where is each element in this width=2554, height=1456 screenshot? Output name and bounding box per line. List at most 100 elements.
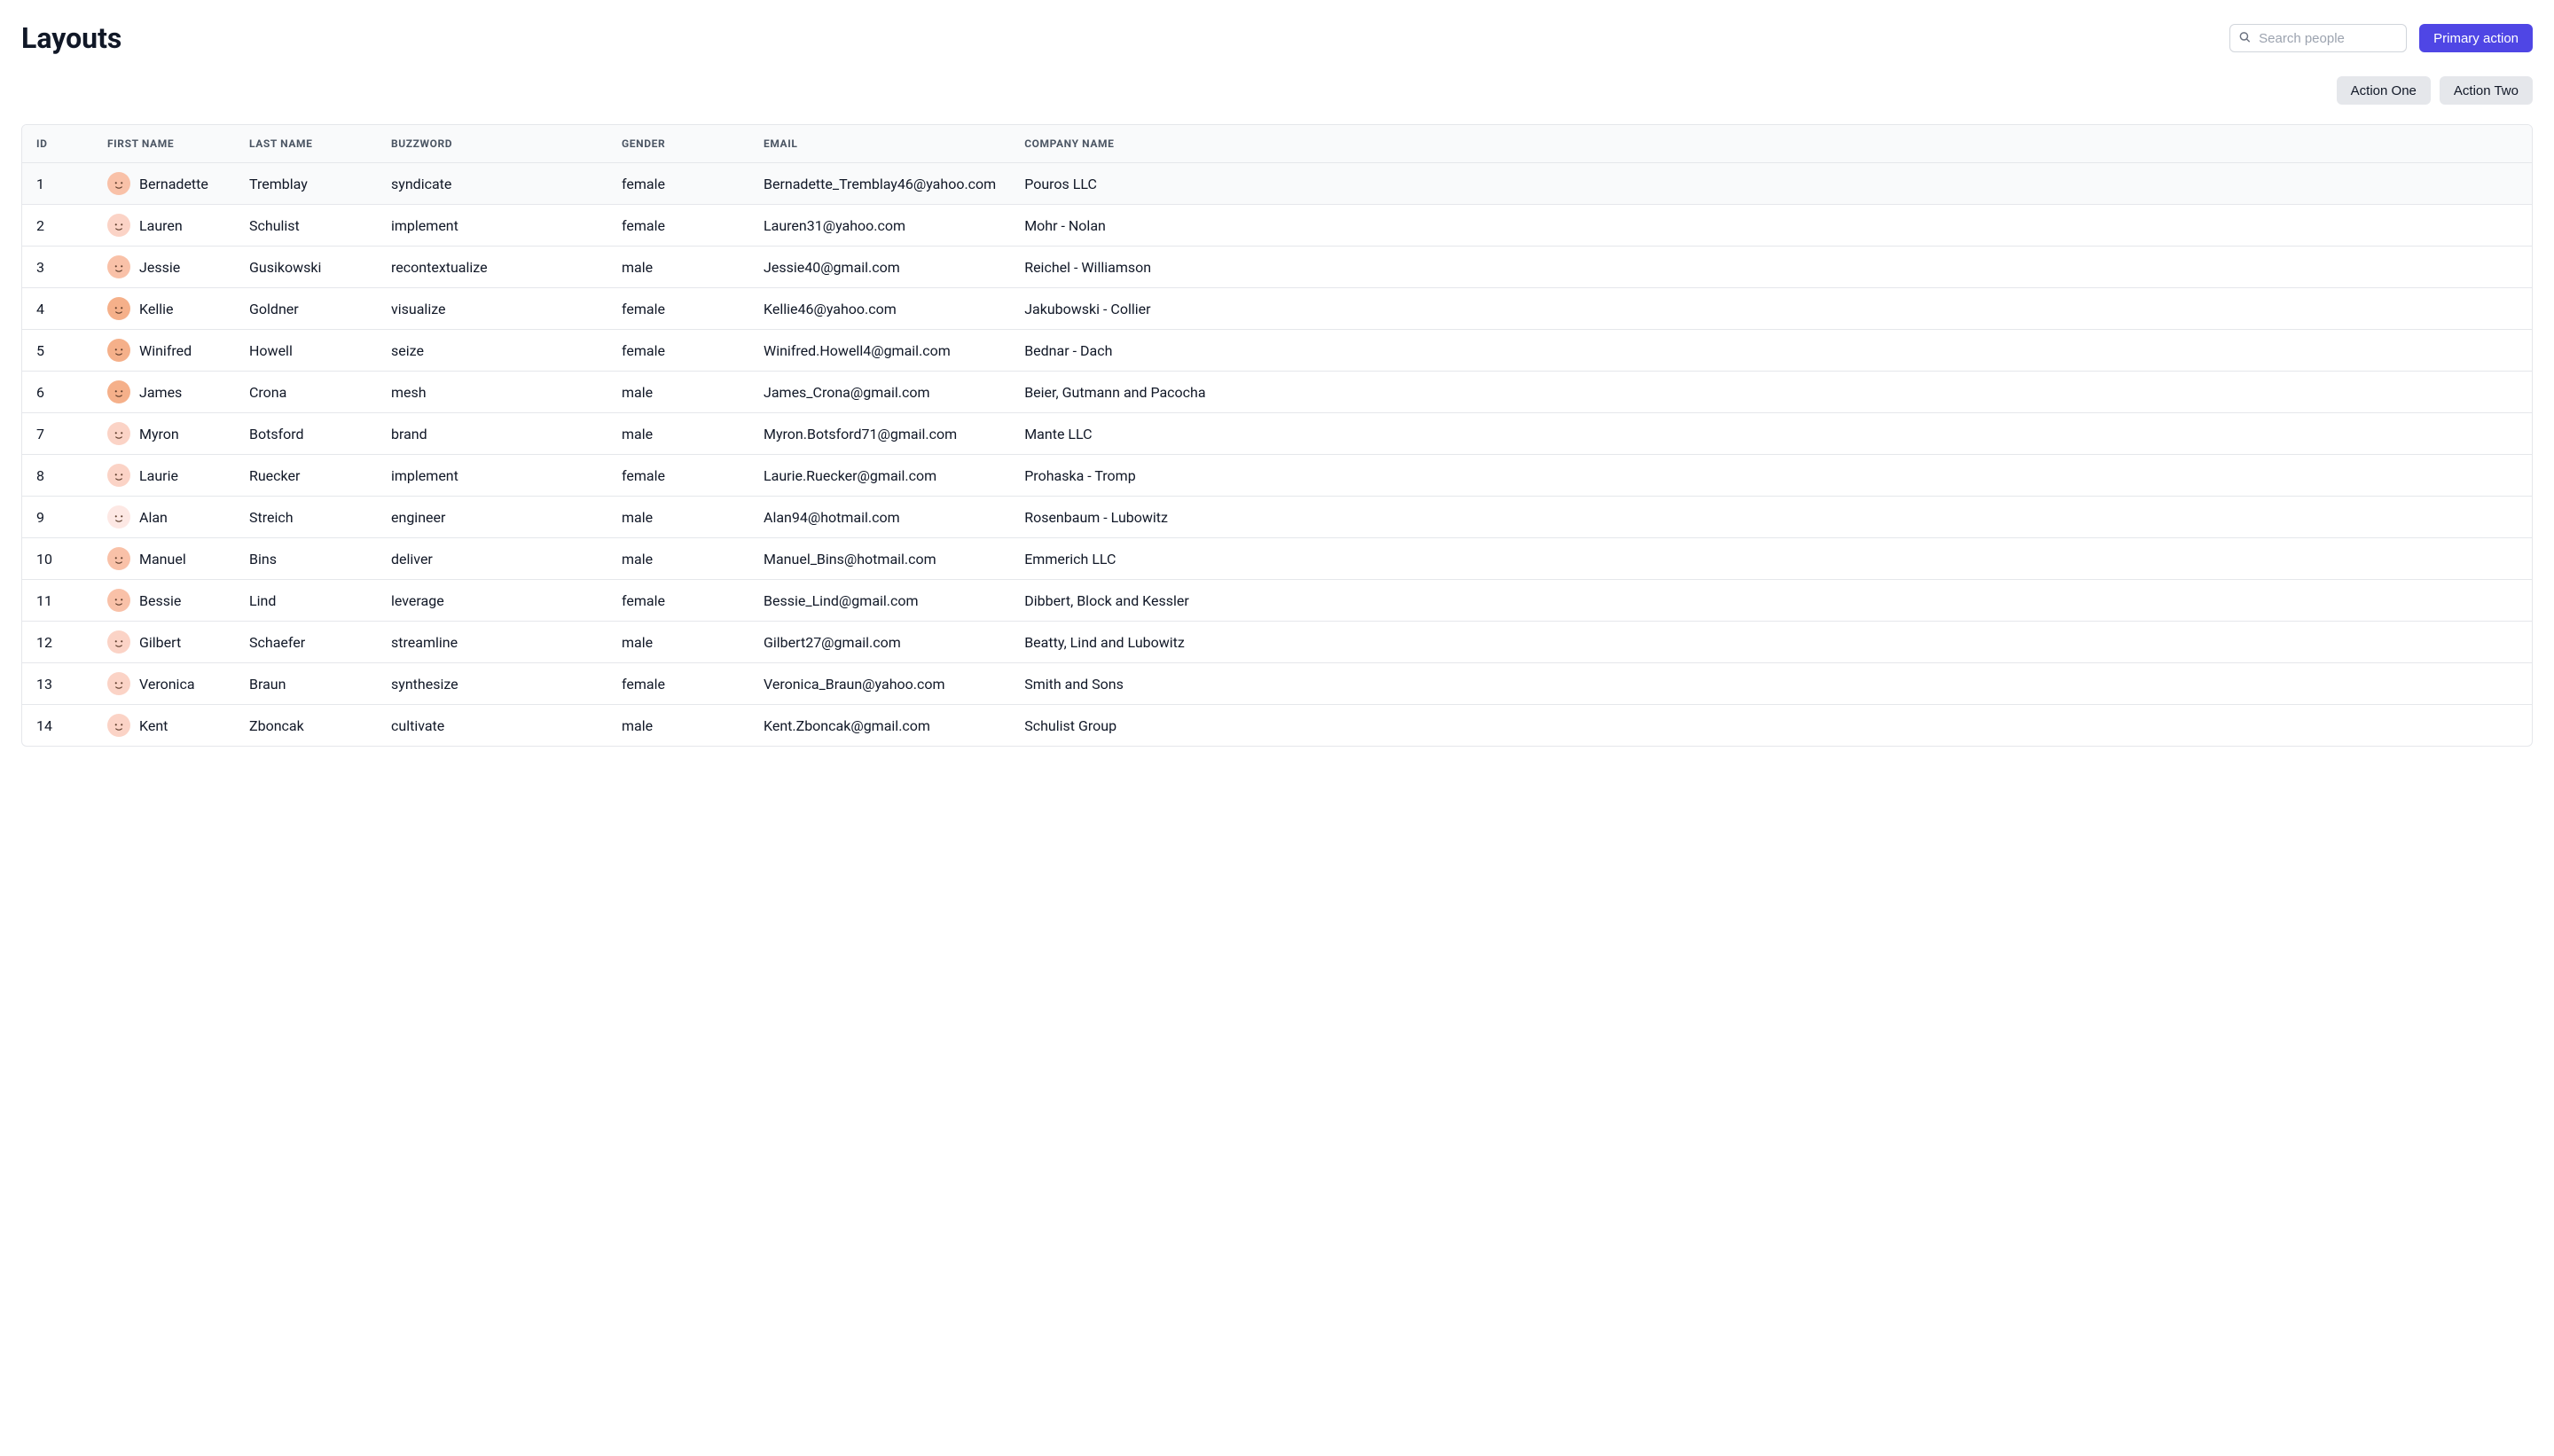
table-row[interactable]: 12GilbertSchaeferstreamlinemaleGilbert27… <box>22 622 2532 663</box>
cell-last-name: Schulist <box>235 205 377 247</box>
cell-first-name: Laurie <box>93 455 235 497</box>
avatar <box>107 255 130 278</box>
cell-first-name: Winifred <box>93 330 235 372</box>
cell-gender: male <box>607 705 749 747</box>
first-name-text: Kent <box>139 717 168 734</box>
cell-id: 13 <box>22 663 93 705</box>
cell-company: Pouros LLC <box>1010 163 2532 205</box>
cell-company: Dibbert, Block and Kessler <box>1010 580 2532 622</box>
table-row[interactable]: 6JamesCronameshmaleJames_Crona@gmail.com… <box>22 372 2532 413</box>
cell-company: Smith and Sons <box>1010 663 2532 705</box>
cell-gender: female <box>607 288 749 330</box>
cell-email: Winifred.Howell4@gmail.com <box>749 330 1010 372</box>
cell-buzzword: synthesize <box>377 663 607 705</box>
cell-email: James_Crona@gmail.com <box>749 372 1010 413</box>
cell-company: Beatty, Lind and Lubowitz <box>1010 622 2532 663</box>
cell-first-name: Myron <box>93 413 235 455</box>
cell-gender: female <box>607 455 749 497</box>
table-row[interactable]: 1BernadetteTremblaysyndicatefemaleBernad… <box>22 163 2532 205</box>
avatar <box>107 672 130 695</box>
cell-id: 3 <box>22 247 93 288</box>
cell-company: Schulist Group <box>1010 705 2532 747</box>
cell-id: 2 <box>22 205 93 247</box>
cell-company: Mante LLC <box>1010 413 2532 455</box>
cell-last-name: Tremblay <box>235 163 377 205</box>
table-row[interactable]: 11BessieLindleveragefemaleBessie_Lind@gm… <box>22 580 2532 622</box>
cell-id: 7 <box>22 413 93 455</box>
first-name-text: Bessie <box>139 592 181 609</box>
cell-last-name: Braun <box>235 663 377 705</box>
col-header-company[interactable]: Company Name <box>1010 125 2532 163</box>
cell-email: Myron.Botsford71@gmail.com <box>749 413 1010 455</box>
cell-last-name: Lind <box>235 580 377 622</box>
cell-gender: male <box>607 247 749 288</box>
action-two-button[interactable]: Action Two <box>2440 76 2533 105</box>
cell-buzzword: engineer <box>377 497 607 538</box>
cell-last-name: Zboncak <box>235 705 377 747</box>
col-header-id[interactable]: ID <box>22 125 93 163</box>
cell-gender: female <box>607 330 749 372</box>
avatar <box>107 714 130 737</box>
table-row[interactable]: 2 Lauren SchulistimplementfemaleLauren31@y… <box>22 205 2532 247</box>
cell-gender: female <box>607 205 749 247</box>
cell-first-name: Lauren <box>93 205 235 247</box>
cell-buzzword: brand <box>377 413 607 455</box>
col-header-email[interactable]: Email <box>749 125 1010 163</box>
cell-company: Mohr - Nolan <box>1010 205 2532 247</box>
search-input[interactable] <box>2229 24 2407 52</box>
cell-email: Lauren31@yahoo.com <box>749 205 1010 247</box>
cell-email: Laurie.Ruecker@gmail.com <box>749 455 1010 497</box>
cell-buzzword: cultivate <box>377 705 607 747</box>
primary-action-button[interactable]: Primary action <box>2419 24 2533 52</box>
cell-gender: male <box>607 622 749 663</box>
cell-buzzword: visualize <box>377 288 607 330</box>
table-row[interactable]: 8LaurieRueckerimplementfemaleLaurie.Ruec… <box>22 455 2532 497</box>
cell-company: Prohaska - Tromp <box>1010 455 2532 497</box>
cell-last-name: Goldner <box>235 288 377 330</box>
col-header-first-name[interactable]: First Name <box>93 125 235 163</box>
cell-id: 10 <box>22 538 93 580</box>
cell-first-name: Gilbert <box>93 622 235 663</box>
first-name-text: Manuel <box>139 551 186 568</box>
cell-email: Gilbert27@gmail.com <box>749 622 1010 663</box>
page-title: Layouts <box>21 21 121 55</box>
cell-email: Veronica_Braun@yahoo.com <box>749 663 1010 705</box>
avatar <box>107 380 130 403</box>
search-wrap <box>2229 24 2407 52</box>
first-name-text: Lauren <box>139 217 183 234</box>
table-row[interactable]: 3JessieGusikowskirecontextualizemaleJess… <box>22 247 2532 288</box>
cell-first-name: Veronica <box>93 663 235 705</box>
cell-buzzword: deliver <box>377 538 607 580</box>
cell-id: 9 <box>22 497 93 538</box>
table-row[interactable]: 5WinifredHowellseizefemaleWinifred.Howel… <box>22 330 2532 372</box>
cell-id: 1 <box>22 163 93 205</box>
cell-first-name: Bessie <box>93 580 235 622</box>
cell-buzzword: implement <box>377 205 607 247</box>
col-header-last-name[interactable]: Last Name <box>235 125 377 163</box>
first-name-text: Kellie <box>139 301 173 317</box>
first-name-text: Myron <box>139 426 179 442</box>
table-row[interactable]: 10ManuelBinsdelivermaleManuel_Bins@hotma… <box>22 538 2532 580</box>
cell-buzzword: mesh <box>377 372 607 413</box>
cell-buzzword: implement <box>377 455 607 497</box>
cell-company: Reichel - Williamson <box>1010 247 2532 288</box>
table-row[interactable]: 7MyronBotsfordbrandmaleMyron.Botsford71@… <box>22 413 2532 455</box>
cell-first-name: Kellie <box>93 288 235 330</box>
action-one-button[interactable]: Action One <box>2337 76 2431 105</box>
cell-last-name: Ruecker <box>235 455 377 497</box>
cell-buzzword: recontextualize <box>377 247 607 288</box>
col-header-buzzword[interactable]: Buzzword <box>377 125 607 163</box>
cell-buzzword: seize <box>377 330 607 372</box>
table-row[interactable]: 13VeronicaBraunsynthesizefemaleVeronica_… <box>22 663 2532 705</box>
cell-last-name: Gusikowski <box>235 247 377 288</box>
avatar <box>107 505 130 528</box>
table-row[interactable]: 4KellieGoldnervisualizefemaleKellie46@ya… <box>22 288 2532 330</box>
cell-first-name: Alan <box>93 497 235 538</box>
cell-buzzword: streamline <box>377 622 607 663</box>
table-row[interactable]: 9AlanStreichengineermaleAlan94@hotmail.c… <box>22 497 2532 538</box>
cell-last-name: Crona <box>235 372 377 413</box>
first-name-text: Alan <box>139 509 168 526</box>
col-header-gender[interactable]: Gender <box>607 125 749 163</box>
first-name-text: Jessie <box>139 259 180 276</box>
table-row[interactable]: 14KentZboncakcultivatemaleKent.Zboncak@g… <box>22 705 2532 747</box>
